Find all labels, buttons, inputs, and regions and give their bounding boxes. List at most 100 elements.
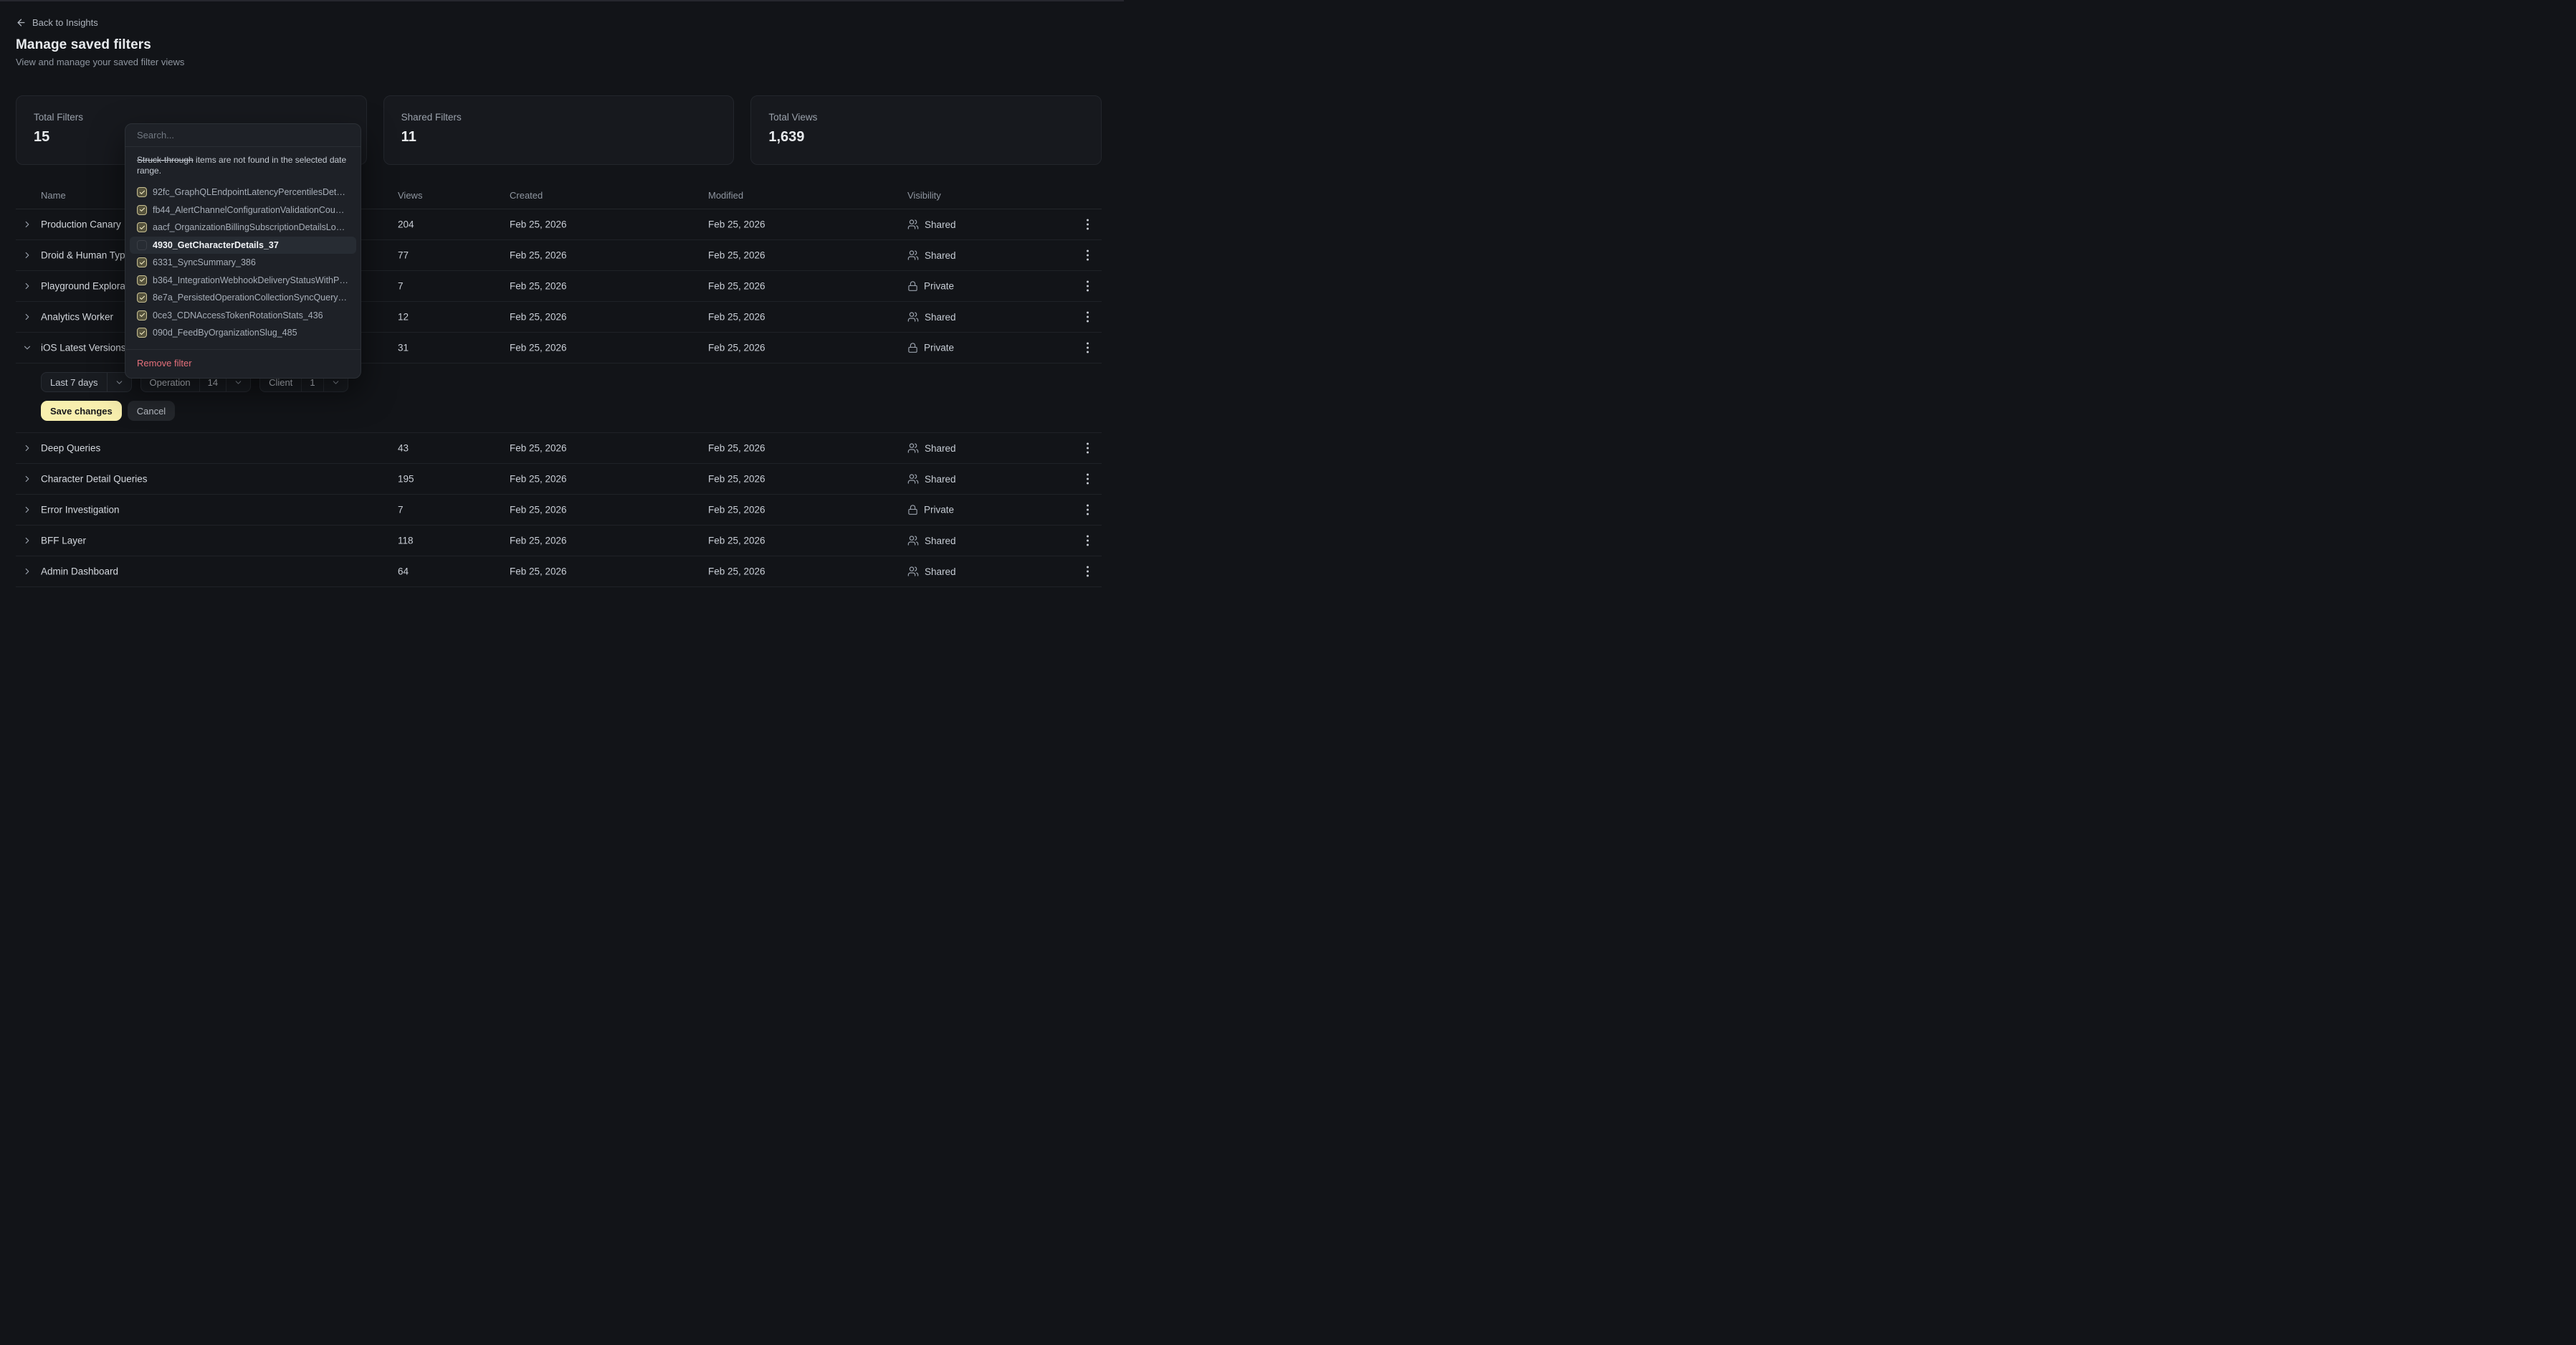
- filter-created: Feb 25, 2026: [510, 474, 567, 485]
- filter-name[interactable]: BFF Layer: [41, 536, 86, 546]
- page-title: Manage saved filters: [16, 37, 1102, 53]
- chevron-right-icon[interactable]: [22, 442, 33, 454]
- filter-name[interactable]: Error Investigation: [41, 505, 120, 515]
- filter-modified: Feb 25, 2026: [708, 566, 765, 577]
- filter-visibility: Shared: [907, 311, 956, 323]
- chevron-right-icon[interactable]: [22, 566, 33, 577]
- filter-name[interactable]: Admin Dashboard: [41, 566, 118, 577]
- popover-item[interactable]: aacf_OrganizationBillingSubscriptionDeta…: [130, 219, 356, 237]
- lock-icon: [907, 343, 918, 353]
- remove-filter-button[interactable]: Remove filter: [125, 350, 204, 378]
- popover-item[interactable]: 8e7a_PersistedOperationCollectionSyncQue…: [130, 289, 356, 307]
- popover-item[interactable]: 0ce3_CDNAccessTokenRotationStats_436: [130, 307, 356, 325]
- row-menu-button[interactable]: [1083, 246, 1092, 265]
- lock-icon: [907, 505, 918, 515]
- chevron-right-icon[interactable]: [22, 219, 33, 230]
- filter-modified: Feb 25, 2026: [708, 536, 765, 546]
- row-menu-button[interactable]: [1083, 308, 1092, 327]
- back-to-insights-link[interactable]: Back to Insights: [16, 17, 98, 28]
- page-subtitle: View and manage your saved filter views: [16, 57, 1102, 67]
- row-menu-button[interactable]: [1083, 500, 1092, 520]
- filter-visibility: Shared: [907, 442, 956, 454]
- visibility-label: Shared: [925, 566, 956, 577]
- visibility-label: Shared: [925, 536, 956, 546]
- cancel-button[interactable]: Cancel: [128, 401, 175, 421]
- chevron-right-icon[interactable]: [22, 473, 33, 485]
- row-menu-button[interactable]: [1083, 439, 1092, 458]
- popover-item[interactable]: 090d_FeedByOrganizationSlug_485: [130, 324, 356, 342]
- filter-created: Feb 25, 2026: [510, 312, 567, 323]
- back-link-label: Back to Insights: [32, 17, 98, 28]
- item-label: 090d_FeedByOrganizationSlug_485: [153, 328, 297, 338]
- filter-views: 64: [398, 566, 409, 577]
- filter-modified: Feb 25, 2026: [708, 312, 765, 323]
- date-range-chip[interactable]: Last 7 days: [41, 372, 132, 392]
- popover-item[interactable]: fb44_AlertChannelConfigurationValidation…: [130, 201, 356, 219]
- stat-label: Shared Filters: [401, 112, 717, 123]
- filter-name[interactable]: Character Detail Queries: [41, 474, 148, 485]
- filter-visibility: Private: [907, 505, 954, 515]
- users-icon: [907, 535, 919, 546]
- filter-visibility: Shared: [907, 249, 956, 261]
- chevron-down-icon[interactable]: [22, 342, 33, 353]
- chevron-right-icon[interactable]: [22, 280, 33, 292]
- checkbox-checked-icon[interactable]: [137, 222, 147, 232]
- filter-modified: Feb 25, 2026: [708, 505, 765, 515]
- popover-item[interactable]: 92fc_GraphQLEndpointLatencyPercentilesDe…: [130, 184, 356, 201]
- editor-actions: Save changes Cancel: [41, 401, 1102, 421]
- filter-views: 7: [398, 281, 404, 292]
- users-icon: [907, 442, 919, 454]
- filter-views: 43: [398, 443, 409, 454]
- chevron-right-icon[interactable]: [22, 535, 33, 546]
- users-icon: [907, 473, 919, 485]
- filter-name[interactable]: Production Canary: [41, 219, 121, 230]
- column-header-views: Views: [398, 190, 422, 201]
- table-row: Character Detail Queries 195 Feb 25, 202…: [16, 464, 1102, 495]
- popover-note: Struck-through items are not found in th…: [125, 147, 361, 179]
- filter-modified: Feb 25, 2026: [708, 343, 765, 353]
- row-menu-button[interactable]: [1083, 531, 1092, 551]
- filter-items-popover: Struck-through items are not found in th…: [125, 123, 361, 379]
- chip-label: Last 7 days: [42, 373, 107, 391]
- filter-name[interactable]: Deep Queries: [41, 443, 100, 454]
- filter-name[interactable]: Analytics Worker: [41, 312, 113, 323]
- filter-name[interactable]: iOS Latest Versions: [41, 343, 126, 353]
- checkbox-checked-icon[interactable]: [137, 187, 147, 197]
- checkbox-checked-icon[interactable]: [137, 310, 147, 320]
- search-input[interactable]: [137, 130, 349, 141]
- table-row: Deep Queries 43 Feb 25, 2026 Feb 25, 202…: [16, 433, 1102, 464]
- visibility-label: Shared: [925, 443, 956, 454]
- chevron-right-icon[interactable]: [22, 311, 33, 323]
- filter-views: 195: [398, 474, 414, 485]
- popover-item[interactable]: b364_IntegrationWebhookDeliveryStatusWit…: [130, 272, 356, 290]
- checkbox-checked-icon[interactable]: [137, 205, 147, 215]
- checkbox-checked-icon[interactable]: [137, 275, 147, 285]
- item-label: fb44_AlertChannelConfigurationValidation…: [153, 205, 349, 215]
- filter-modified: Feb 25, 2026: [708, 219, 765, 230]
- filter-visibility: Shared: [907, 535, 956, 546]
- filter-created: Feb 25, 2026: [510, 281, 567, 292]
- visibility-label: Private: [924, 343, 954, 353]
- filter-views: 118: [398, 536, 414, 546]
- users-icon: [907, 219, 919, 230]
- checkbox-checked-icon[interactable]: [137, 257, 147, 267]
- row-menu-button[interactable]: [1083, 470, 1092, 489]
- filter-name[interactable]: Playground Explorat: [41, 281, 128, 292]
- chevron-right-icon[interactable]: [22, 249, 33, 261]
- filter-name[interactable]: Droid & Human Type: [41, 250, 130, 261]
- row-menu-button[interactable]: [1083, 215, 1092, 234]
- filter-created: Feb 25, 2026: [510, 566, 567, 577]
- row-menu-button[interactable]: [1083, 277, 1092, 296]
- row-menu-button[interactable]: [1083, 338, 1092, 358]
- column-header-visibility: Visibility: [907, 190, 941, 201]
- save-changes-button[interactable]: Save changes: [41, 401, 122, 421]
- row-menu-button[interactable]: [1083, 562, 1092, 581]
- popover-item[interactable]: 6331_SyncSummary_386: [130, 254, 356, 272]
- visibility-label: Shared: [925, 219, 956, 230]
- popover-item-highlighted[interactable]: 4930_GetCharacterDetails_37: [130, 237, 356, 255]
- checkbox-unchecked-icon[interactable]: [137, 240, 147, 250]
- checkbox-checked-icon[interactable]: [137, 293, 147, 303]
- checkbox-checked-icon[interactable]: [137, 328, 147, 338]
- filter-views: 12: [398, 312, 409, 323]
- chevron-right-icon[interactable]: [22, 504, 33, 515]
